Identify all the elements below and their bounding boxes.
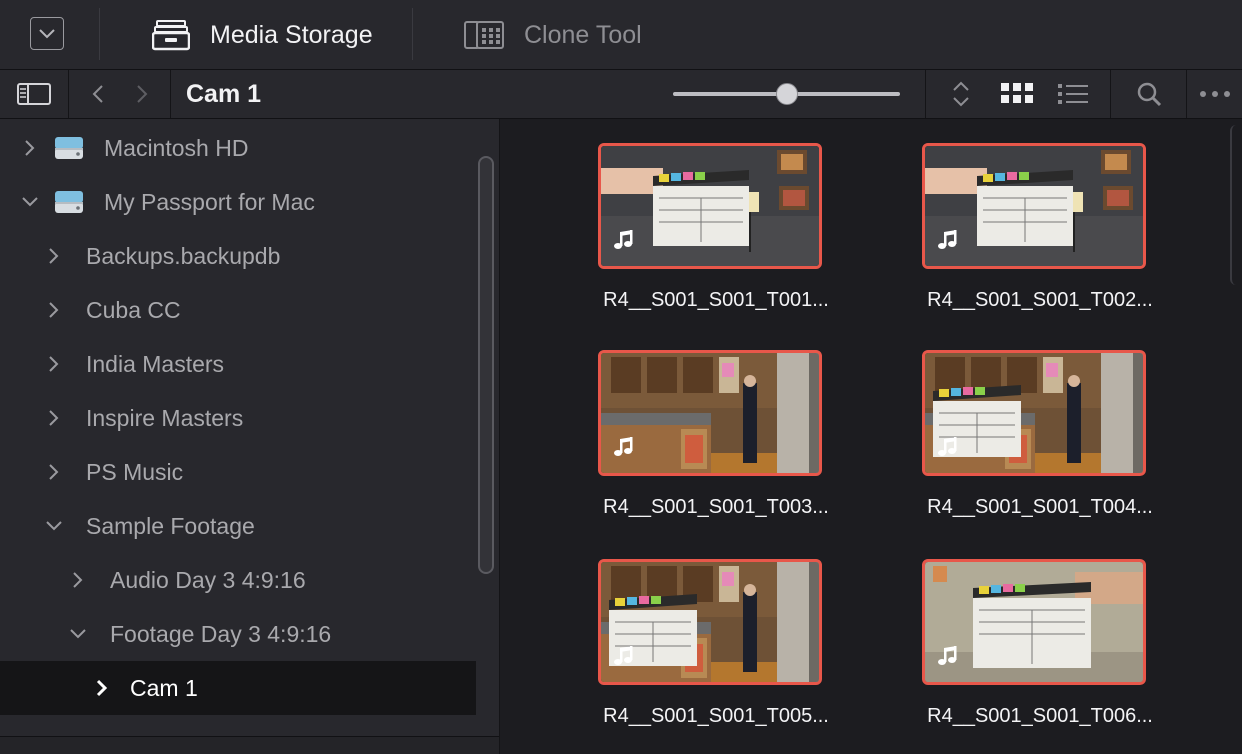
sidebar-item-9[interactable]: Footage Day 3 4:9:16	[0, 607, 476, 661]
divider	[1110, 70, 1111, 118]
current-folder-title: Cam 1	[186, 79, 262, 108]
sidebar-item-label: Cuba CC	[86, 296, 181, 323]
storage-tree-sidebar: Macintosh HD My Passport for Mac Backups.b…	[0, 119, 500, 754]
sidebar-item-label: Audio Day 3 4:9:16	[110, 566, 306, 593]
divider	[925, 70, 926, 118]
sidebar-item-label: Sample Footage	[86, 512, 255, 539]
sidebar-item-4[interactable]: India Masters	[0, 337, 476, 391]
chevron-down-icon[interactable]	[44, 516, 64, 536]
clip-thumbnail[interactable]	[598, 559, 822, 685]
sidebar-item-label: India Masters	[86, 350, 225, 377]
clip-name: R4__S001_S001_T006...	[927, 705, 1153, 727]
sidebar-footer	[0, 736, 499, 754]
sidebar-item-5[interactable]: Inspire Masters	[0, 391, 476, 445]
chevron-right-icon[interactable]	[68, 570, 88, 590]
chevron-down-icon[interactable]	[68, 624, 88, 644]
sidebar-item-7[interactable]: Sample Footage	[0, 499, 476, 553]
divider	[99, 8, 100, 60]
hard-drive-icon	[54, 136, 84, 160]
workspace-menu-button[interactable]	[30, 17, 64, 50]
sidebar-item-10[interactable]: Cam 1	[0, 661, 476, 715]
clone-tool-icon	[464, 21, 504, 49]
clip-name: R4__S001_S001_T002...	[927, 289, 1153, 311]
clip-thumbnail[interactable]	[598, 350, 822, 476]
tab-label: Clone Tool	[524, 20, 642, 49]
clip-thumbnail[interactable]	[922, 143, 1146, 269]
video-frame-image	[601, 353, 819, 473]
chevron-right-icon[interactable]	[92, 678, 112, 698]
sidebar-item-3[interactable]: Cuba CC	[0, 283, 476, 337]
clip-name: R4__S001_S001_T004...	[927, 496, 1153, 518]
sidebar-item-label: Inspire Masters	[86, 404, 244, 431]
sidebar-item-0[interactable]: Macintosh HD	[0, 121, 476, 175]
sidebar-item-label: My Passport for Mac	[104, 188, 315, 215]
thumbnail-view-button[interactable]	[996, 70, 1038, 118]
tab-media-storage[interactable]: Media Storage	[152, 0, 373, 70]
chevron-right-icon	[137, 85, 148, 103]
back-button[interactable]	[80, 70, 116, 118]
media-storage-icon	[152, 20, 190, 51]
chevron-right-icon[interactable]	[44, 408, 64, 428]
grid-scrollbar[interactable]	[1230, 125, 1242, 285]
toggle-sidebar-button[interactable]	[0, 70, 68, 118]
tab-label: Media Storage	[210, 20, 373, 49]
more-options-button[interactable]	[1196, 70, 1242, 118]
grid-view-icon	[1001, 83, 1033, 103]
sidebar-item-label: Macintosh HD	[104, 134, 249, 161]
list-view-button[interactable]	[1052, 70, 1094, 118]
sidebar-item-2[interactable]: Backups.backupdb	[0, 229, 476, 283]
sort-icon	[953, 81, 969, 107]
sidebar-item-6[interactable]: PS Music	[0, 445, 476, 499]
sidebar-item-8[interactable]: Audio Day 3 4:9:16	[0, 553, 476, 607]
sidebar-item-label: Footage Day 3 4:9:16	[110, 620, 332, 647]
video-frame-image	[601, 146, 819, 266]
clip-name: R4__S001_S001_T001...	[603, 289, 829, 311]
search-button[interactable]	[1126, 70, 1172, 118]
divider	[412, 8, 413, 60]
clip-name: R4__S001_S001_T005...	[603, 705, 829, 727]
chevron-down-icon[interactable]	[20, 192, 40, 212]
clip-thumbnail[interactable]	[922, 350, 1146, 476]
video-frame-image	[925, 146, 1143, 266]
clip-thumbnail-grid: R4__S001_S001_T001... R4__S001_S001_T002.…	[500, 119, 1242, 754]
clip-thumbnail[interactable]	[598, 143, 822, 269]
sort-button[interactable]	[940, 70, 982, 118]
search-icon	[1137, 82, 1162, 107]
zoom-slider-thumb[interactable]	[775, 83, 798, 105]
chevron-right-icon[interactable]	[20, 138, 40, 158]
chevron-down-icon	[39, 28, 55, 38]
top-tab-bar: Media Storage Clone Tool	[0, 0, 1242, 70]
divider	[1186, 70, 1187, 118]
chevron-left-icon	[92, 85, 103, 103]
divider	[170, 70, 171, 118]
browser-toolbar: Cam 1	[0, 70, 1242, 119]
clip-thumbnail[interactable]	[922, 559, 1146, 685]
chevron-right-icon[interactable]	[44, 246, 64, 266]
chevron-right-icon[interactable]	[44, 354, 64, 374]
sidebar-item-label: Backups.backupdb	[86, 242, 281, 269]
list-view-icon	[1058, 84, 1088, 104]
chevron-right-icon[interactable]	[44, 462, 64, 482]
forward-button[interactable]	[124, 70, 160, 118]
video-frame-image	[925, 353, 1143, 473]
hard-drive-icon	[54, 190, 84, 214]
chevron-right-icon[interactable]	[44, 300, 64, 320]
sidebar-item-label: Cam 1	[130, 674, 198, 701]
tab-clone-tool[interactable]: Clone Tool	[464, 0, 642, 70]
more-icon	[1200, 91, 1230, 97]
sidebar-item-1[interactable]: My Passport for Mac	[0, 175, 476, 229]
sidebar-scrollbar[interactable]	[478, 156, 494, 574]
sidebar-item-label: PS Music	[86, 458, 184, 485]
clip-name: R4__S001_S001_T003...	[603, 496, 829, 518]
video-frame-image	[601, 562, 819, 682]
sidebar-toggle-icon	[17, 83, 51, 105]
video-frame-image	[925, 562, 1143, 682]
divider	[68, 70, 69, 118]
